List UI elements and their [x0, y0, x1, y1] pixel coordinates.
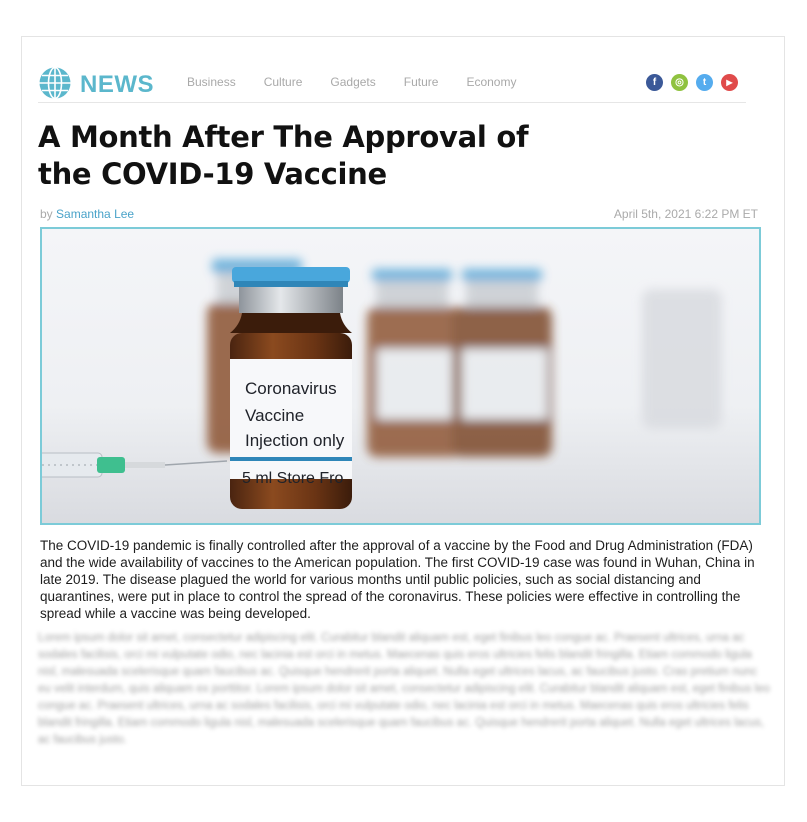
twitter-icon[interactable]: t [696, 74, 713, 91]
youtube-icon[interactable]: ▶ [721, 74, 738, 91]
nav-gadgets[interactable]: Gadgets [330, 75, 375, 89]
nav-economy[interactable]: Economy [466, 75, 516, 89]
article-image: Coronavirus Vaccine Injection only 5 ml … [40, 227, 761, 525]
vial-label-line-2: Vaccine [245, 406, 304, 425]
publish-date: April 5th, 2021 6:22 PM ET [613, 207, 758, 221]
byline: by Samantha Lee [40, 207, 134, 221]
nav-business[interactable]: Business [187, 75, 236, 89]
nav-future[interactable]: Future [404, 75, 439, 89]
blurred-placeholder-text: Lorem ipsum dolor sit amet, consectetur … [38, 632, 770, 746]
vial-label-line-4: 5 ml Store Fro [242, 470, 343, 487]
instagram-icon[interactable]: ◎ [671, 74, 688, 91]
globe-icon [38, 66, 72, 104]
nav-culture[interactable]: Culture [264, 75, 303, 89]
facebook-icon[interactable]: f [646, 74, 663, 91]
title-line-1: A Month After The Approval of [38, 120, 529, 154]
vial-label-line-1: Coronavirus [245, 379, 337, 398]
article-body: The COVID-19 pandemic is finally control… [40, 538, 755, 621]
title-line-2: the COVID-19 Vaccine [38, 157, 387, 191]
author-link[interactable]: Samantha Lee [56, 207, 134, 221]
vial-label-line-3: Injection only [245, 431, 345, 450]
main-nav: Business Culture Gadgets Future Economy [187, 75, 544, 89]
social-links: f ◎ t ▶ [646, 74, 738, 91]
site-header: NEWS Business Culture Gadgets Future Eco… [38, 66, 746, 103]
site-logo[interactable]: NEWS [38, 66, 154, 104]
article-title: A Month After The Approval of the COVID-… [38, 119, 529, 193]
logo-text: NEWS [80, 71, 154, 98]
by-prefix: by [40, 207, 53, 221]
